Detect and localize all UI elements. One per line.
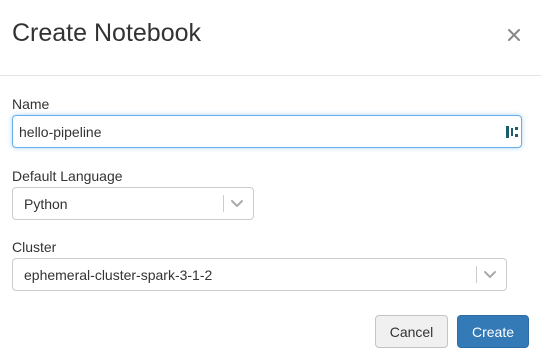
dialog-title: Create Notebook — [12, 19, 202, 47]
select-separator — [223, 195, 224, 212]
close-button[interactable] — [503, 23, 525, 45]
language-label: Default Language — [12, 168, 123, 184]
close-icon — [508, 29, 520, 41]
create-button[interactable]: Create — [457, 315, 529, 348]
language-select[interactable]: Python — [12, 187, 254, 220]
cluster-label: Cluster — [12, 239, 57, 255]
chevron-down-icon — [231, 200, 243, 207]
password-manager-icon[interactable] — [505, 125, 519, 139]
name-label: Name — [12, 96, 50, 112]
cluster-value: ephemeral-cluster-spark-3-1-2 — [24, 266, 213, 283]
chevron-down-icon — [484, 271, 496, 278]
name-input[interactable] — [19, 116, 499, 147]
create-notebook-dialog: Create Notebook Name Default Language Py… — [0, 0, 541, 358]
cluster-select[interactable]: ephemeral-cluster-spark-3-1-2 — [12, 258, 507, 291]
cancel-button[interactable]: Cancel — [375, 315, 448, 348]
select-separator — [476, 266, 477, 283]
language-value: Python — [24, 195, 68, 212]
name-field[interactable] — [12, 115, 522, 148]
dialog-header: Create Notebook — [0, 0, 541, 76]
